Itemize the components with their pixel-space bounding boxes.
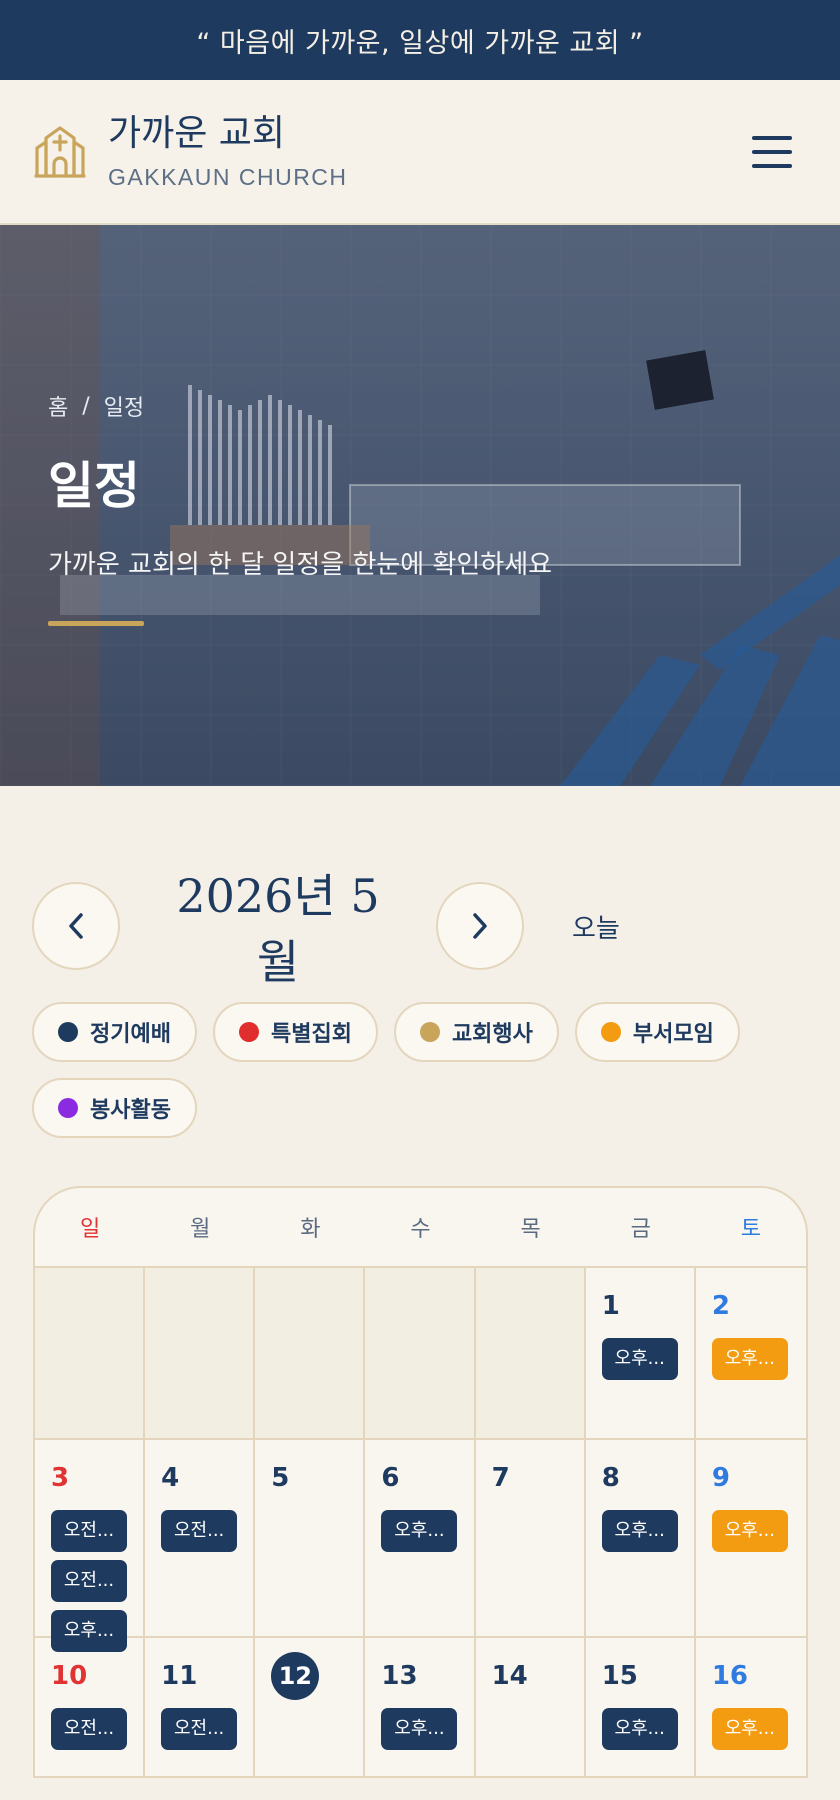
breadcrumb: 홈 / 일정 [48,390,552,422]
hero-content: 홈 / 일정 일정 가까운 교회의 한 달 일정을 한눈에 확인하세요 [48,390,552,626]
current-month: 2026년 5월 [176,869,380,989]
day-number: 11 [161,1661,198,1691]
calendar-empty-cell [35,1268,146,1438]
hamburger-menu-icon[interactable] [752,135,792,168]
breadcrumb-separator: / [82,393,90,419]
event-pill[interactable]: 오전... [161,1510,238,1552]
legend-dot-icon [58,1022,78,1042]
weekday-label: 토 [740,1217,762,1242]
calendar-empty-cell [475,1268,586,1438]
event-pill[interactable]: 오전... [51,1708,127,1750]
day-number: 7 [491,1463,510,1493]
day-number: 15 [601,1661,638,1691]
title-underline [48,621,144,626]
calendar-empty-cell [255,1268,366,1438]
day-number: 5 [271,1463,290,1493]
legend-chip[interactable]: 교회행사 [393,1002,559,1062]
legend-label: 부서모임 [632,1022,714,1047]
legend-chip[interactable]: 특별집회 [212,1002,378,1062]
calendar-empty-cell [365,1268,476,1438]
calendar-empty-cell [145,1268,256,1438]
day-number: 8 [601,1463,620,1493]
calendar-day-cell[interactable]: 14 [476,1638,586,1776]
site-header: 가까운 교회 GAKKAUN CHURCH [0,80,840,225]
legend-chip[interactable]: 정기예배 [32,1002,197,1062]
event-pill[interactable]: 오후... [711,1510,788,1552]
today-day-number: 12 [271,1652,320,1700]
banner-quote: “ 마음에 가까운, 일상에 가까운 교회 ” [196,27,644,59]
prev-month-button[interactable] [32,882,120,970]
day-number: 2 [711,1291,730,1321]
event-type-legend: 정기예배 특별집회 교회행사 부서모임봉사활동 [32,1002,808,1138]
breadcrumb-home[interactable]: 홈 [48,390,68,422]
breadcrumb-current: 일정 [103,396,145,421]
event-pill[interactable]: 오전... [161,1708,238,1750]
weekday-header: 일월화수목금토 [35,1188,806,1268]
chevron-left-icon [69,913,83,939]
next-month-button[interactable] [436,882,524,970]
legend-chip[interactable]: 부서모임 [574,1002,740,1062]
legend-dot-icon [238,1022,259,1042]
brand[interactable]: 가까운 교회 GAKKAUN CHURCH [108,112,348,190]
page-title: 일정 [48,456,140,515]
weekday-label: 금 [630,1217,651,1242]
legend-dot-icon [600,1022,621,1042]
weekday-label: 목 [520,1217,541,1242]
calendar-navigation: 2026년 5월 오늘 [32,869,808,989]
legend-dot-icon [419,1022,440,1042]
day-number: 10 [51,1661,88,1691]
calendar-day-cell[interactable]: 2 오후... [696,1268,806,1438]
event-pill[interactable]: 오후... [711,1338,788,1380]
legend-label: 정기예배 [90,1022,171,1047]
legend-label: 봉사활동 [90,1098,171,1123]
weekday-label: 화 [300,1217,321,1242]
event-pill[interactable]: 오후... [601,1708,678,1750]
day-number: 14 [491,1661,528,1691]
event-pill[interactable]: 오후... [381,1708,458,1750]
brand-name-korean: 가까운 교회 [108,113,286,155]
event-pill[interactable]: 오후... [711,1708,788,1750]
calendar-week-row: 10 오전... 11 오전... 12 13 오후... 14 15 오후... 16 오후... [35,1638,806,1778]
weekday-label: 일 [79,1217,101,1242]
calendar-day-cell[interactable]: 15 오후... [586,1638,696,1776]
event-pill[interactable]: 오후... [601,1338,678,1380]
calendar-week-row: 3 오전... 오전... 오후... 4 오전... 5 6 오후... 7 8 오후... 9 오후.… [35,1440,806,1672]
legend-chip[interactable]: 봉사활동 [32,1078,197,1138]
day-number: 3 [51,1463,70,1493]
church-icon [34,125,86,178]
calendar-day-cell[interactable]: 10 오전... [35,1638,146,1776]
calendar-grid: 1 오후... 2 오후... 3 오전... 오전... 오후... 4 오전... 5 6 오후..… [35,1268,806,1778]
calendar-week-row: 1 오후... 2 오후... [35,1268,806,1440]
month-calendar: 일 월 화 수 목 금 토 1 오후... 2 오후... 3 오전... 오전... 오후... 4 오전.… [33,1186,808,1778]
day-number: 4 [161,1463,180,1493]
event-pill[interactable]: 오후... [381,1510,458,1552]
weekday-label: 월 [190,1217,211,1242]
day-number: 16 [711,1661,749,1691]
day-number: 13 [381,1661,418,1691]
top-banner: “ 마음에 가까운, 일상에 가까운 교회 ” [0,0,840,80]
day-number: 6 [381,1463,400,1493]
calendar-day-cell[interactable]: 1 오후... [586,1268,696,1438]
event-pill[interactable]: 오후... [601,1510,678,1552]
event-pill[interactable]: 오전... [51,1560,127,1602]
legend-label: 교회행사 [451,1022,533,1047]
calendar-day-cell[interactable]: 13 오후... [365,1638,476,1776]
page-subtitle: 가까운 교회의 한 달 일정을 한눈에 확인하세요 [48,550,553,580]
brand-name-english: GAKKAUN CHURCH [108,163,348,190]
hero-banner: 홈 / 일정 일정 가까운 교회의 한 달 일정을 한눈에 확인하세요 [0,225,840,786]
day-number: 9 [711,1463,730,1493]
event-pill[interactable]: 오전... [51,1510,127,1552]
today-button[interactable]: 오늘 [572,908,620,945]
weekday-label: 수 [410,1217,431,1242]
chevron-right-icon [473,913,487,939]
calendar-day-cell[interactable]: 12 [255,1638,366,1776]
legend-label: 특별집회 [270,1022,352,1047]
calendar-day-cell[interactable]: 16 오후... [696,1638,806,1776]
calendar-day-cell[interactable]: 11 오전... [145,1638,256,1776]
legend-dot-icon [58,1098,78,1118]
day-number: 1 [601,1291,620,1321]
